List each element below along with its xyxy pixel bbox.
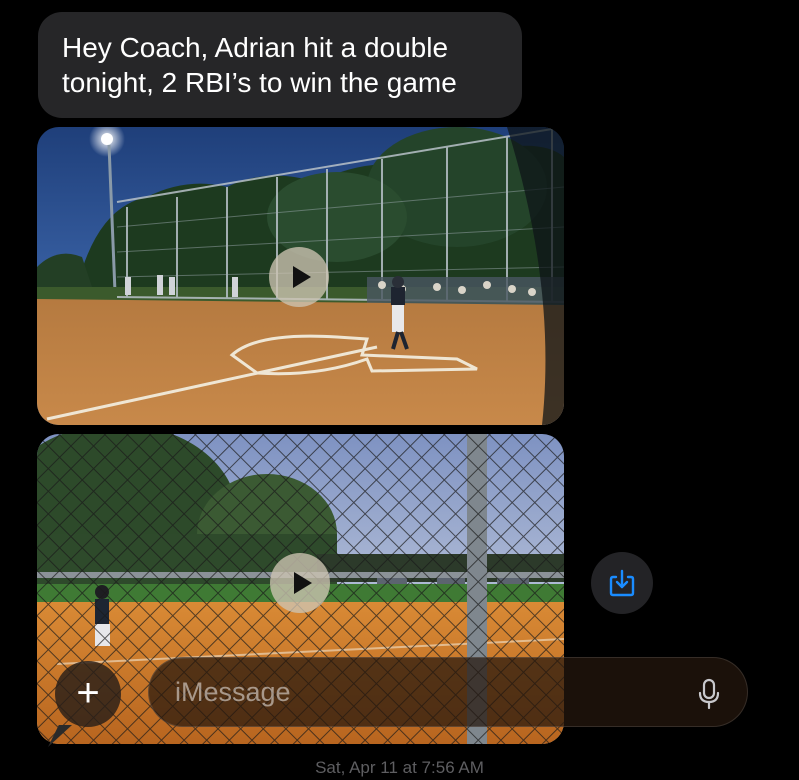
play-button-1[interactable]	[269, 247, 329, 307]
imessage-placeholder: iMessage	[175, 677, 291, 707]
timestamp-time: at 7:56 AM	[402, 758, 484, 777]
plus-icon: +	[76, 670, 100, 715]
message-text-line-2: tonight, 2 RBI’s to win the game	[62, 67, 457, 98]
save-to-photos-icon	[609, 569, 635, 597]
play-icon	[292, 266, 311, 288]
imessage-input[interactable]: iMessage	[148, 657, 748, 727]
message-timestamp: Sat, Apr 11 at 7:56 AM	[0, 758, 799, 778]
play-icon	[293, 572, 312, 594]
message-bubble[interactable]: Hey Coach, Adrian hit a double tonight, …	[38, 12, 522, 118]
apps-plus-button[interactable]: +	[55, 661, 121, 727]
microphone-icon[interactable]	[696, 678, 722, 710]
save-to-photos-button[interactable]	[591, 552, 653, 614]
message-text-line-1: Hey Coach, Adrian hit a double	[62, 32, 449, 63]
timestamp-day: Sat, Apr 11	[315, 758, 398, 777]
play-button-2[interactable]	[270, 553, 330, 613]
